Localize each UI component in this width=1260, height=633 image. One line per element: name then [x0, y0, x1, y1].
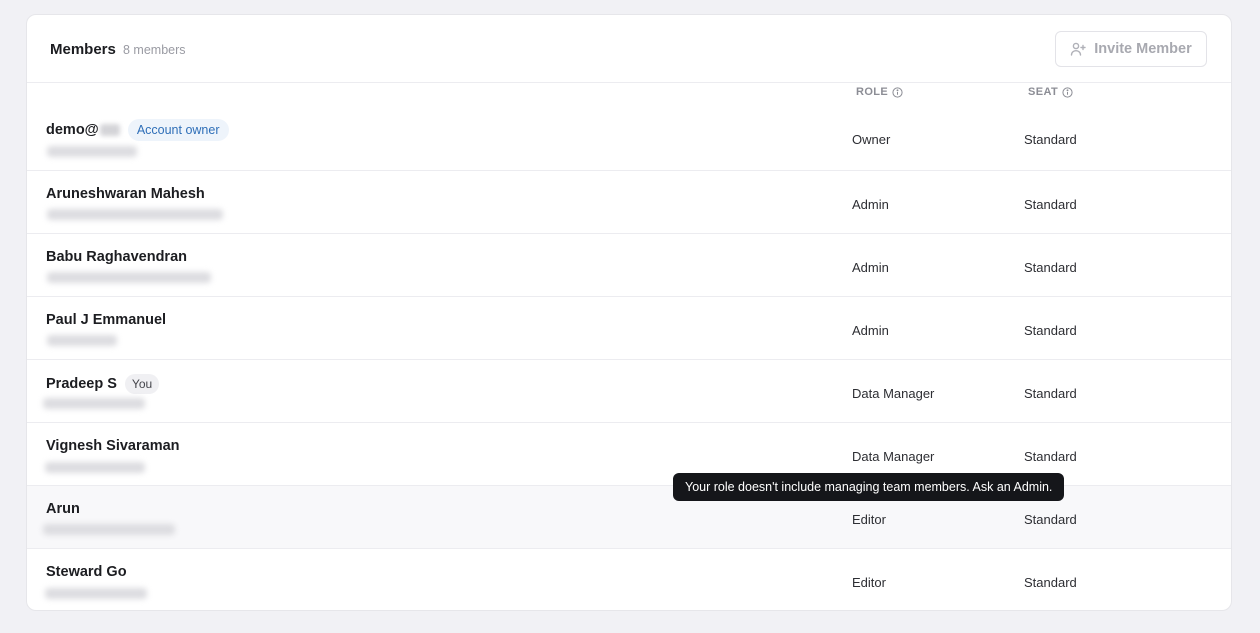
user-plus-icon [1071, 42, 1086, 56]
member-row[interactable]: Pradeep S You Data Manager Standard [27, 360, 1231, 423]
members-card: Members 8 members Invite Member ROLE SEA… [26, 14, 1232, 611]
member-seat: Standard [1024, 449, 1077, 464]
member-name: Aruneshwaran Mahesh [46, 186, 205, 202]
member-seat: Standard [1024, 197, 1077, 212]
page-title: Members [50, 41, 116, 58]
member-seat: Standard [1024, 132, 1077, 147]
column-header-role: ROLE [856, 86, 903, 98]
invite-member-button[interactable]: Invite Member [1055, 31, 1207, 67]
member-name: demo@ Account owner [46, 119, 229, 141]
member-email-redacted [43, 398, 145, 409]
member-email-redacted [47, 209, 223, 220]
info-icon[interactable] [1062, 86, 1073, 98]
column-header-seat: SEAT [1028, 86, 1073, 98]
member-name: Babu Raghavendran [46, 249, 187, 265]
member-seat: Standard [1024, 323, 1077, 338]
invite-member-label: Invite Member [1094, 41, 1192, 57]
member-email-redacted [45, 462, 145, 473]
member-name: Pradeep S You [46, 374, 160, 394]
member-seat: Standard [1024, 512, 1077, 527]
member-name: Vignesh Sivaraman [46, 438, 180, 454]
member-role: Owner [852, 132, 891, 147]
redacted-domain [99, 124, 120, 137]
member-row[interactable]: demo@ Account owner Owner Standard [27, 108, 1231, 171]
member-role: Editor [852, 512, 886, 527]
member-row[interactable]: Aruneshwaran Mahesh Admin Standard [27, 171, 1231, 234]
member-name: Arun [46, 501, 80, 517]
member-name: Paul J Emmanuel [46, 312, 167, 328]
member-name: Steward Go [46, 564, 127, 580]
you-badge: You [124, 374, 160, 394]
member-role: Admin [852, 260, 889, 275]
member-row[interactable]: Babu Raghavendran Admin Standard [27, 234, 1231, 297]
member-role: Admin [852, 197, 889, 212]
member-seat: Standard [1024, 260, 1077, 275]
member-role: Admin [852, 323, 889, 338]
member-role: Editor [852, 575, 886, 590]
permission-tooltip: Your role doesn't include managing team … [673, 473, 1065, 501]
account-owner-badge: Account owner [127, 119, 229, 141]
member-row[interactable]: Paul J Emmanuel Admin Standard [27, 297, 1231, 360]
member-row[interactable]: Steward Go Editor Standard [27, 549, 1231, 610]
column-role-label: ROLE [856, 86, 889, 98]
member-count: 8 members [123, 43, 186, 57]
member-role: Data Manager [852, 386, 935, 401]
member-seat: Standard [1024, 575, 1077, 590]
member-email-redacted [43, 524, 175, 535]
info-icon[interactable] [892, 86, 903, 98]
column-seat-label: SEAT [1028, 86, 1059, 98]
member-email-redacted [47, 335, 117, 346]
member-role: Data Manager [852, 449, 935, 464]
member-seat: Standard [1024, 386, 1077, 401]
member-email-redacted [47, 272, 211, 283]
member-email-redacted [45, 588, 147, 599]
members-header: Members 8 members Invite Member [27, 15, 1231, 83]
member-email-redacted [47, 146, 137, 157]
